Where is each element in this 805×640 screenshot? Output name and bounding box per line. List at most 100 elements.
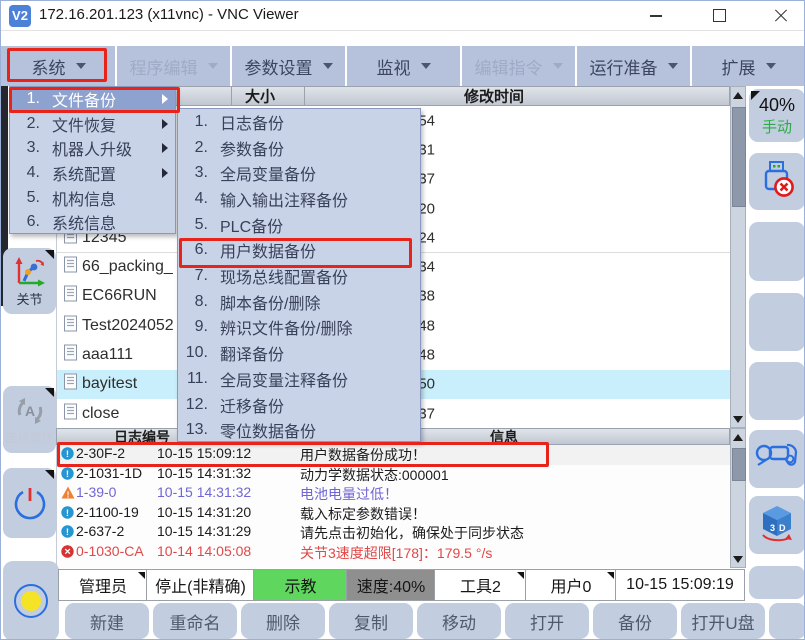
menu-item-number: 4.	[178, 190, 208, 208]
log-id-column-header: 日志编号	[114, 427, 170, 447]
usb-status-button[interactable]	[749, 153, 805, 210]
run-state-box[interactable]: 停止(非精确)	[146, 569, 255, 601]
action-button-8[interactable]: 打开U盘	[681, 603, 765, 639]
file-backup-submenu: 1.日志备份2.参数备份3.全局变量备份 4. 输入输出注释备份5.PLC备份6.用…	[177, 108, 421, 442]
menubar-item-5[interactable]: 编辑指令	[462, 46, 575, 86]
pendant-control-button[interactable]	[749, 430, 805, 488]
file-list-scrollbar[interactable]	[730, 86, 746, 428]
action-button-6[interactable]: 打开	[505, 603, 589, 639]
usb-icon	[760, 159, 794, 204]
menu-item-1[interactable]: 1.日志备份	[178, 109, 420, 135]
menu-item-9[interactable]: 9.辨识文件备份/删除	[178, 315, 420, 341]
scrollbar-thumb[interactable]	[732, 448, 746, 481]
minimize-icon	[650, 15, 662, 17]
main-menubar: 系统程序编辑参数设置监视编辑指令运行准备扩展	[1, 46, 805, 86]
toolbar-slot-button[interactable]	[749, 222, 805, 281]
cube-icon: 3D	[756, 502, 798, 549]
close-icon	[773, 8, 789, 24]
log-row[interactable]: !2-637-210-15 14:31:29请先点击初始化，确保处于同步状态	[57, 523, 730, 543]
menu-item-3[interactable]: 3.机器人升级	[10, 136, 175, 161]
action-button-2[interactable]: 重命名	[153, 603, 237, 639]
action-button-5[interactable]: 移动	[417, 603, 501, 639]
log-row[interactable]: ✕0-1030-CA10-14 14:05:08关节3速度超限[178]：179…	[57, 543, 730, 563]
teach-mode-box[interactable]: 示教	[253, 569, 348, 601]
menu-item-number: 4.	[10, 164, 40, 182]
log-row[interactable]: !2-30F-210-15 15:09:12用户数据备份成功！	[57, 445, 730, 465]
file-icon	[64, 403, 77, 424]
action-button-4[interactable]: 复制	[329, 603, 413, 639]
clock-box[interactable]: 10-15 15:09:19	[615, 569, 745, 601]
scroll-down-icon[interactable]	[731, 551, 745, 567]
log-info-column-header: 信息	[490, 427, 518, 447]
action-button-label: 重命名	[170, 609, 221, 634]
action-button-partial[interactable]	[769, 603, 805, 639]
log-list-scrollbar[interactable]	[730, 428, 746, 568]
scrollbar-thumb[interactable]	[732, 107, 746, 207]
menu-item-label: 现场总线配置备份	[220, 264, 348, 288]
log-row[interactable]: !1-39-010-15 14:31:32电池电量过低！	[57, 484, 730, 504]
toolbar-slot-button[interactable]	[749, 362, 805, 420]
view-3d-button[interactable]: 3D	[749, 496, 805, 554]
speed-mode-button[interactable]: 40%手动	[749, 89, 805, 142]
menubar-item-7[interactable]: 扩展	[692, 46, 805, 86]
submenu-arrow-icon	[162, 94, 168, 104]
svg-text:!: !	[66, 527, 69, 538]
menu-item-5[interactable]: 5.机构信息	[10, 185, 175, 210]
menubar-item-4[interactable]: 监视	[347, 46, 460, 86]
menu-item-label: 日志备份	[220, 110, 284, 134]
toolbar-slot-button[interactable]	[749, 293, 805, 351]
menu-item-3[interactable]: 3.全局变量备份	[178, 160, 420, 186]
window-title: 172.16.201.123 (x11vnc) - VNC Viewer	[39, 6, 299, 23]
menu-item-label: 输入输出注释备份	[220, 187, 348, 211]
menu-item-11[interactable]: 11.全局变量注释备份	[178, 366, 420, 392]
menu-item-number: 10.	[178, 344, 208, 362]
menu-item-2[interactable]: 2.参数备份	[178, 135, 420, 161]
menubar-item-3[interactable]: 参数设置	[232, 46, 345, 86]
menu-item-label: 零位数据备份	[220, 418, 316, 442]
toolbar-slot-button[interactable]	[749, 566, 805, 599]
action-button-label: 删除	[266, 609, 300, 634]
menu-item-number: 2.	[10, 115, 40, 133]
status-label: 停止(非精确)	[155, 573, 246, 597]
menu-item-6[interactable]: 6.用户数据备份	[178, 238, 420, 264]
menu-item-2[interactable]: 2.文件恢复	[10, 112, 175, 137]
minimize-button[interactable]	[633, 1, 679, 30]
menubar-item-6[interactable]: 运行准备	[577, 46, 690, 86]
chevron-down-icon	[668, 63, 678, 69]
menu-item-4[interactable]: 4.系统配置	[10, 161, 175, 186]
menubar-item-1[interactable]: 系统	[2, 46, 115, 86]
gamepad-icon	[754, 439, 800, 475]
menu-item-13[interactable]: 13.零位数据备份	[178, 417, 420, 443]
maximize-button[interactable]	[696, 1, 742, 30]
action-button-3[interactable]: 删除	[241, 603, 325, 639]
speed-box[interactable]: 速度:40%	[346, 569, 436, 601]
power-enable-button[interactable]	[3, 468, 56, 538]
corner-mark	[138, 572, 145, 579]
scroll-up-icon[interactable]	[731, 87, 745, 103]
user-frame-box[interactable]: 用户0	[525, 569, 617, 601]
menu-item-10[interactable]: 10.翻译备份	[178, 340, 420, 366]
menu-item-6[interactable]: 6.系统信息	[10, 210, 175, 235]
action-button-1[interactable]: 新建	[65, 603, 149, 639]
menu-item-1[interactable]: 1.文件备份	[10, 87, 175, 112]
scroll-up-icon[interactable]	[731, 429, 745, 445]
continuous-loop-button[interactable]: A 连续循环	[3, 386, 56, 453]
menu-item-4[interactable]: 4. 输入输出注释备份	[178, 186, 420, 212]
svg-text:!: !	[66, 508, 69, 519]
jog-mode-joint-button[interactable]: 关节	[3, 248, 56, 314]
close-button[interactable]	[758, 1, 804, 30]
menu-item-8[interactable]: 8.脚本备份/删除	[178, 289, 420, 315]
tool-frame-box[interactable]: 工具2	[434, 569, 527, 601]
log-row[interactable]: !2-1031-1D10-15 14:31:32动力学数据状态:000001	[57, 465, 730, 485]
log-row[interactable]: !2-1100-1910-15 14:31:20载入标定参数错误！	[57, 504, 730, 524]
user-role-box[interactable]: 管理员	[58, 569, 148, 601]
deadman-switch-button[interactable]	[3, 561, 59, 640]
menu-item-7[interactable]: 7.现场总线配置备份	[178, 263, 420, 289]
action-button-7[interactable]: 备份	[593, 603, 677, 639]
gamepad-icon	[754, 439, 800, 480]
menu-item-5[interactable]: 5.PLC备份	[178, 212, 420, 238]
menu-item-12[interactable]: 12.迁移备份	[178, 392, 420, 418]
menu-item-number: 6.	[10, 213, 40, 231]
menubar-item-2[interactable]: 程序编辑	[117, 46, 230, 86]
scroll-down-icon[interactable]	[731, 411, 745, 427]
